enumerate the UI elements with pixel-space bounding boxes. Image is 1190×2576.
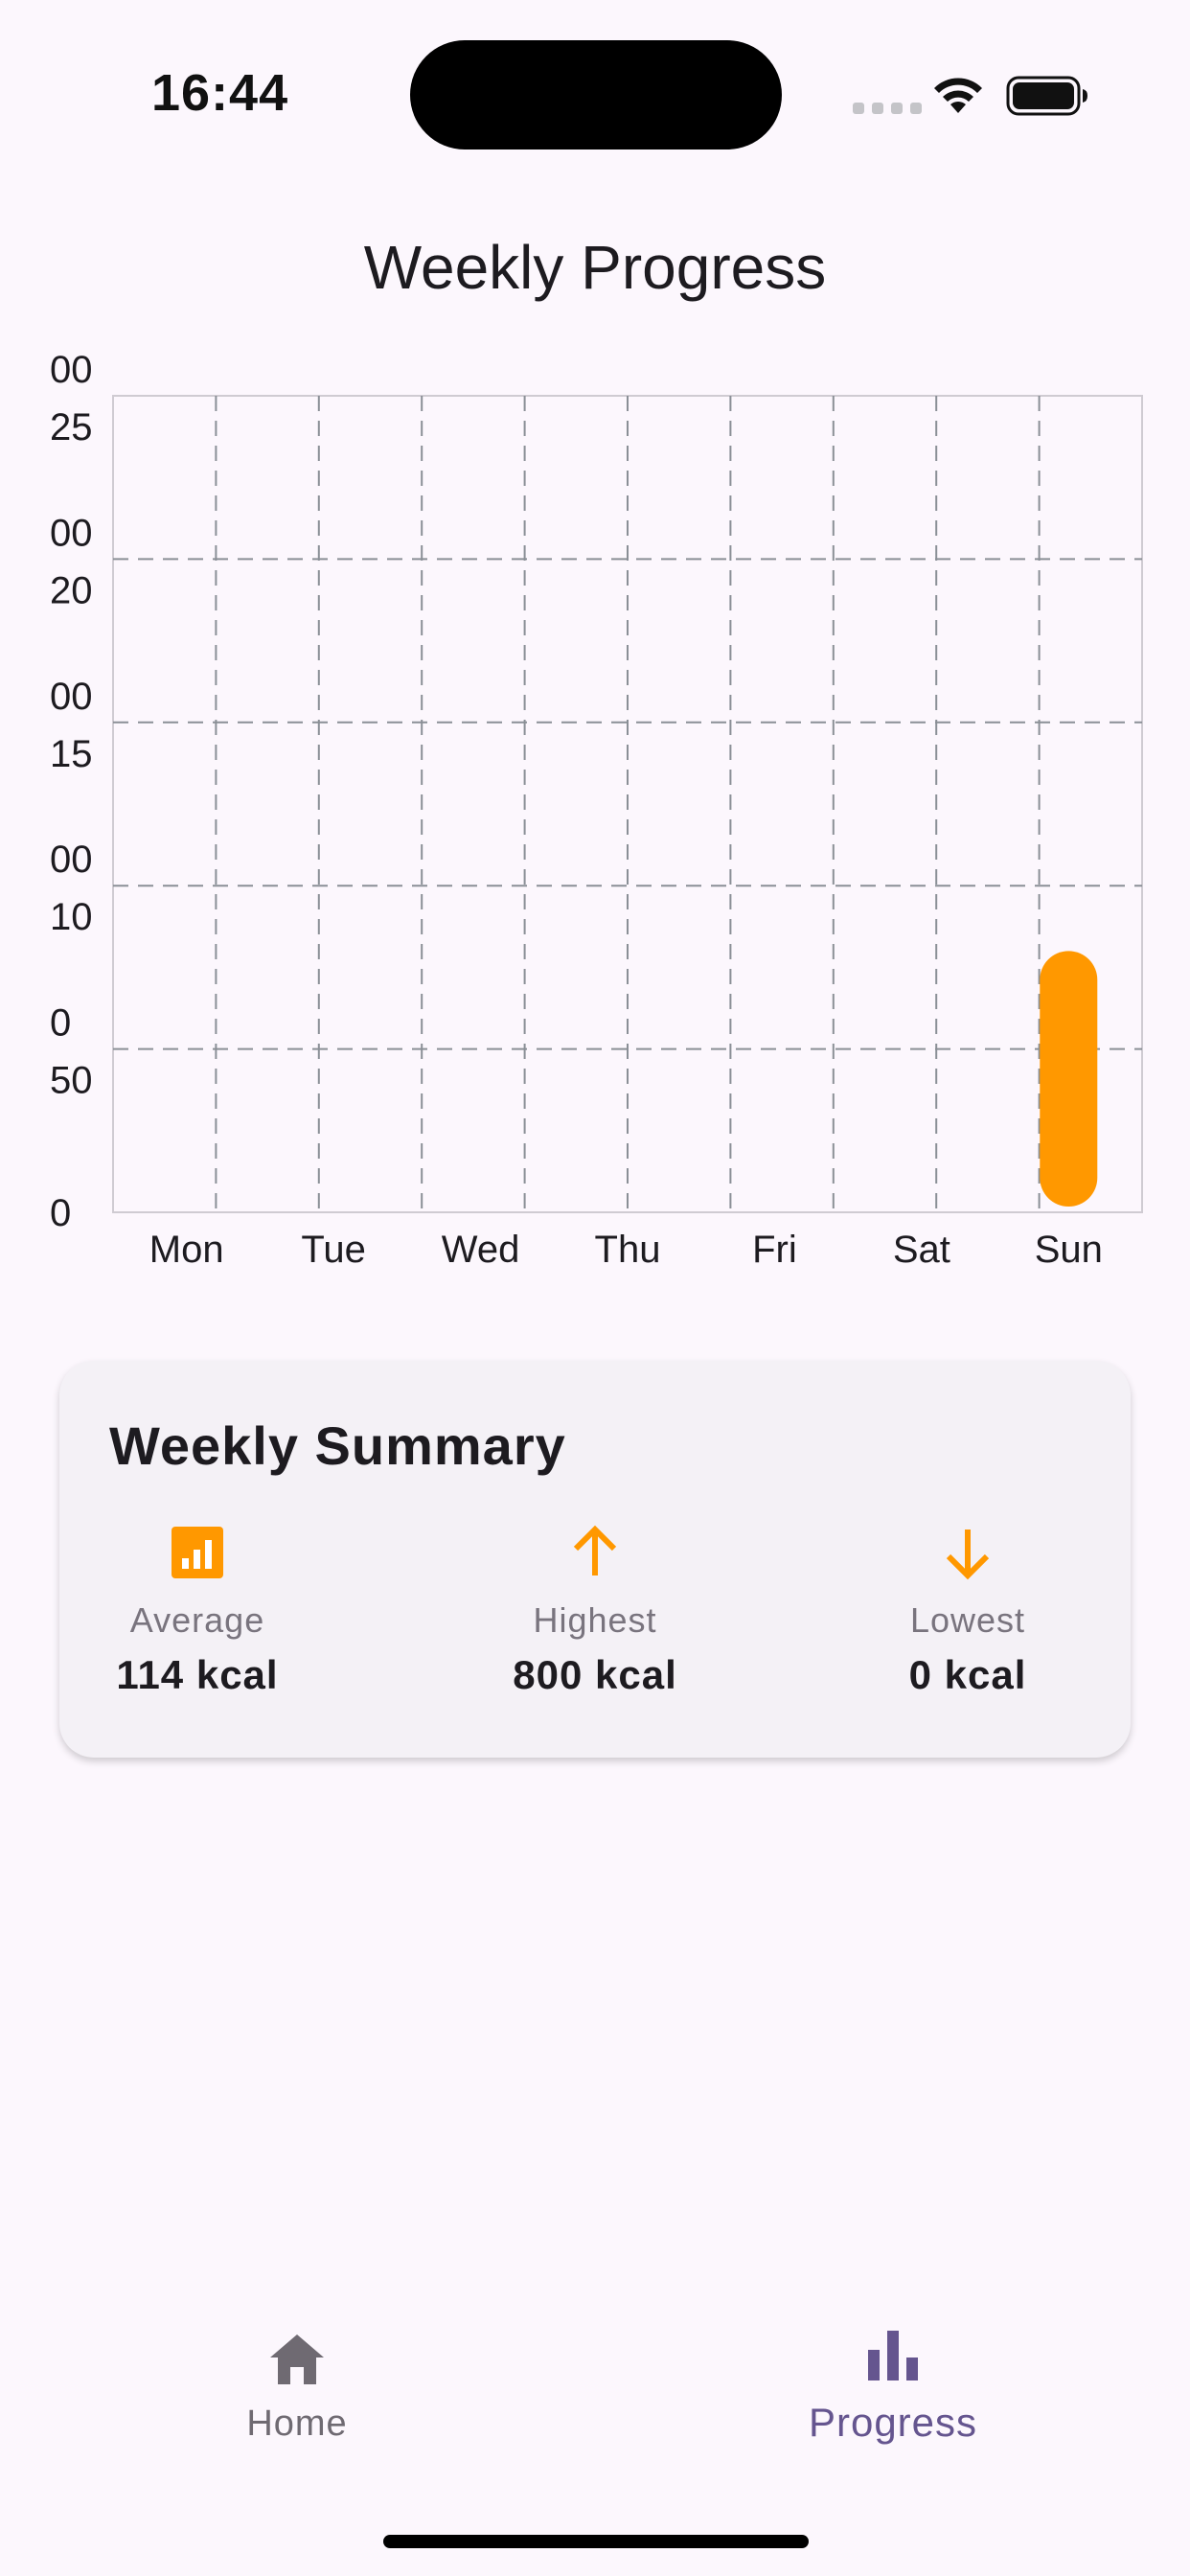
y-tick-label: 0 bbox=[50, 1002, 71, 1045]
y-tick-label: 0 bbox=[50, 1192, 71, 1234]
stat-lowest-label: Lowest bbox=[909, 1600, 1026, 1640]
stat-average-label: Average bbox=[129, 1600, 265, 1640]
status-bar: 16:44 bbox=[0, 0, 1190, 192]
x-tick-label: Thu bbox=[595, 1229, 661, 1271]
cellular-signal-icon bbox=[853, 103, 922, 114]
x-tick-label: Sat bbox=[893, 1229, 950, 1271]
y-tick-label: 20 bbox=[50, 569, 93, 611]
bar-chart-icon bbox=[868, 2331, 918, 2380]
weekly-summary-card: Weekly Summary Average 114 kcal Highest … bbox=[59, 1361, 1131, 1758]
stat-average: Average 114 kcal bbox=[109, 1524, 301, 1698]
x-tick-label: Sun bbox=[1035, 1229, 1103, 1271]
nav-label-home: Home bbox=[246, 2404, 348, 2444]
stat-average-value: 114 kcal bbox=[116, 1652, 279, 1697]
status-time: 16:44 bbox=[151, 64, 289, 122]
arrow-down-icon bbox=[946, 1530, 990, 1580]
y-tick-label: 00 bbox=[50, 349, 93, 391]
y-tick-label: 00 bbox=[50, 676, 93, 718]
home-indicator bbox=[383, 2535, 809, 2548]
nav-item-progress[interactable]: Progress bbox=[749, 2325, 1037, 2446]
y-tick-label: 50 bbox=[50, 1060, 93, 1102]
y-tick-label: 00 bbox=[50, 839, 93, 881]
y-tick-label: 25 bbox=[50, 406, 93, 448]
stat-highest-label: Highest bbox=[533, 1600, 657, 1640]
x-tick-label: Wed bbox=[442, 1229, 520, 1271]
x-tick-label: Mon bbox=[149, 1229, 224, 1271]
stat-lowest-value: 0 kcal bbox=[908, 1652, 1027, 1697]
wifi-icon bbox=[934, 78, 982, 113]
nav-item-home[interactable]: Home bbox=[153, 2329, 441, 2445]
bar-chart-icon bbox=[172, 1527, 223, 1578]
bar-sun bbox=[1040, 951, 1098, 1207]
y-tick-label: 00 bbox=[50, 512, 93, 554]
weekly-bar-chart: 0 50 0 10 00 15 00 20 00 25 00 Mon Tue Wed Thu Fri Sat Su… bbox=[50, 349, 1143, 1271]
stat-highest: Highest 800 kcal bbox=[451, 1524, 739, 1698]
page-title: Weekly Progress bbox=[363, 233, 827, 302]
x-tick-label: Tue bbox=[301, 1229, 365, 1271]
arrow-up-icon bbox=[573, 1525, 617, 1576]
nav-label-progress: Progress bbox=[808, 2400, 978, 2445]
stat-lowest: Lowest 0 kcal bbox=[855, 1524, 1081, 1698]
y-tick-label: 10 bbox=[50, 896, 93, 938]
stat-highest-value: 800 kcal bbox=[513, 1652, 677, 1697]
summary-title: Weekly Summary bbox=[109, 1415, 566, 1476]
x-tick-label: Fri bbox=[752, 1229, 797, 1271]
home-icon bbox=[270, 2334, 324, 2384]
dynamic-island bbox=[410, 40, 782, 150]
battery-icon bbox=[1006, 76, 1087, 116]
y-tick-label: 15 bbox=[50, 733, 93, 775]
